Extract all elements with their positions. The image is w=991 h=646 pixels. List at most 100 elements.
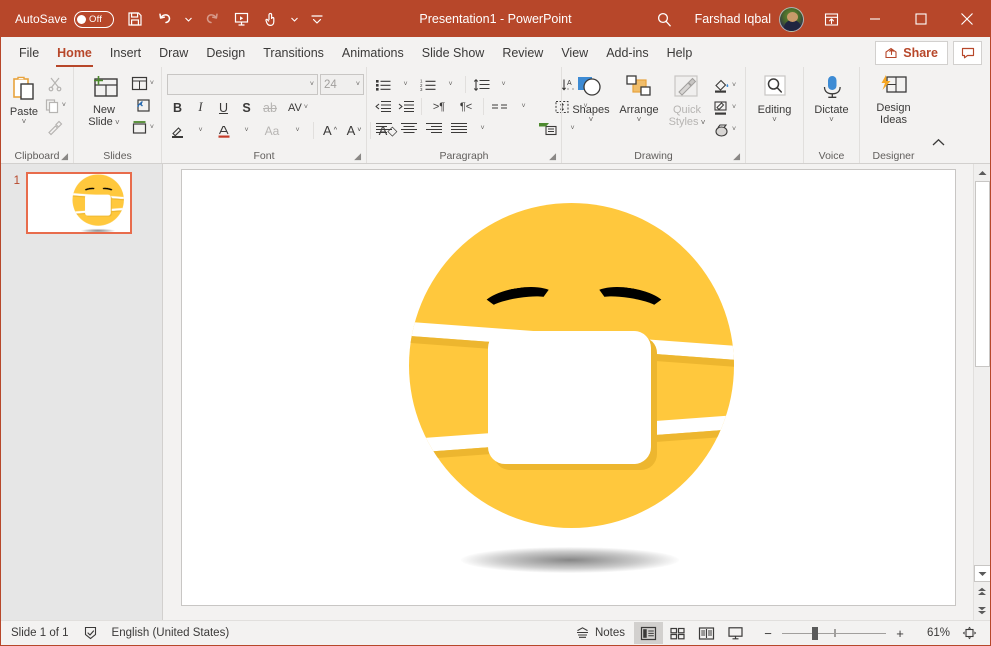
share-button[interactable]: Share	[875, 41, 948, 65]
bullets-dropdown-icon[interactable]: ˅	[395, 74, 416, 95]
shape-effects-icon[interactable]: ˅	[711, 119, 738, 140]
slide-canvas[interactable]	[181, 169, 956, 606]
scroll-down-icon[interactable]	[973, 565, 990, 582]
paste-dropdown-icon[interactable]: ˅	[22, 118, 27, 126]
font-size-input[interactable]: 24 ˅	[320, 74, 364, 95]
tab-slide-show[interactable]: Slide Show	[413, 39, 494, 67]
minimize-icon[interactable]	[852, 1, 898, 37]
line-spacing-dropdown-icon[interactable]: ˅	[493, 74, 514, 95]
arrange-button[interactable]: Arrange ˅	[615, 72, 663, 124]
strikethrough-button[interactable]: ab	[259, 97, 281, 118]
spellcheck-icon[interactable]	[83, 626, 98, 640]
align-left-icon[interactable]	[372, 118, 396, 139]
customize-qat-icon[interactable]	[302, 4, 332, 34]
text-shadow-button[interactable]: S	[236, 97, 257, 118]
convert-to-smartart-icon[interactable]	[535, 118, 561, 139]
bold-button[interactable]: B	[167, 97, 188, 118]
decrease-indent-icon[interactable]	[372, 96, 394, 117]
cut-icon[interactable]	[42, 73, 68, 94]
reading-view-icon[interactable]	[692, 622, 721, 644]
layout-button[interactable]: ˅	[129, 73, 156, 94]
shapes-dropdown-icon[interactable]: ˅	[589, 116, 594, 124]
shape-fill-icon[interactable]: ˅	[711, 75, 738, 96]
change-case-dropdown-icon[interactable]: ˅	[287, 120, 308, 141]
zoom-out-button[interactable]: −	[760, 626, 776, 641]
zoom-slider-handle[interactable]	[812, 627, 818, 640]
notes-button[interactable]: Notes	[566, 622, 634, 644]
font-color-icon[interactable]	[213, 120, 234, 141]
collapse-ribbon-icon[interactable]	[927, 67, 949, 163]
font-size-dropdown-icon[interactable]: ˅	[356, 81, 360, 88]
dialog-launcher-icon-paragraph[interactable]: ◢	[549, 151, 556, 162]
tab-design[interactable]: Design	[197, 39, 254, 67]
touch-mode-icon[interactable]	[256, 4, 286, 34]
zoom-level-label[interactable]: 61%	[914, 627, 950, 639]
quick-styles-dropdown-icon[interactable]: ˅	[699, 118, 706, 127]
dialog-launcher-icon[interactable]: ◢	[61, 151, 68, 162]
format-painter-icon[interactable]	[42, 117, 68, 138]
dialog-launcher-icon-font[interactable]: ◢	[354, 151, 361, 162]
quick-styles-button[interactable]: Quick Styles ˅	[663, 72, 711, 128]
shape-effects-dropdown-icon[interactable]: ˅	[732, 126, 736, 133]
line-spacing-icon[interactable]	[470, 74, 492, 95]
numbering-icon[interactable]: 123	[417, 74, 439, 95]
character-spacing-button[interactable]: AV ˅	[283, 97, 313, 118]
face-with-medical-mask-emoji[interactable]	[399, 200, 739, 575]
tab-add-ins[interactable]: Add-ins	[597, 39, 657, 67]
tab-file[interactable]: File	[10, 39, 48, 67]
language-label[interactable]: English (United States)	[112, 627, 230, 639]
decrease-font-size-button[interactable]: A ˅	[343, 120, 365, 141]
undo-dropdown-icon[interactable]	[180, 4, 196, 34]
shapes-button[interactable]: Shapes ˅	[567, 72, 615, 124]
tab-insert[interactable]: Insert	[101, 39, 150, 67]
justify-dropdown-icon[interactable]: ˅	[472, 118, 493, 139]
slide-count-label[interactable]: Slide 1 of 1	[11, 627, 69, 639]
increase-font-size-button[interactable]: A ^	[319, 120, 341, 141]
change-case-button[interactable]: Aa	[259, 120, 285, 141]
tab-help[interactable]: Help	[658, 39, 702, 67]
columns-dropdown-icon[interactable]: ˅	[513, 96, 534, 117]
tab-transitions[interactable]: Transitions	[254, 39, 333, 67]
layout-dropdown-icon[interactable]: ˅	[150, 80, 154, 87]
font-color-dropdown-icon[interactable]: ˅	[236, 120, 257, 141]
maximize-icon[interactable]	[898, 1, 944, 37]
zoom-slider[interactable]	[782, 626, 886, 640]
numbering-dropdown-icon[interactable]: ˅	[440, 74, 461, 95]
underline-button[interactable]: U	[213, 97, 234, 118]
paste-button[interactable]: Paste ˅	[6, 72, 42, 126]
right-to-left-icon[interactable]: ¶<	[453, 96, 479, 117]
comment-icon[interactable]	[953, 41, 982, 65]
design-ideas-button[interactable]: Design Ideas	[865, 72, 922, 126]
copy-dropdown-icon[interactable]: ˅	[62, 102, 66, 109]
italic-button[interactable]: I	[190, 97, 211, 118]
ribbon-display-options-icon[interactable]	[810, 1, 852, 37]
font-name-dropdown-icon[interactable]: ˅	[310, 81, 314, 88]
start-presentation-icon[interactable]	[226, 4, 256, 34]
slide-show-icon[interactable]	[721, 622, 750, 644]
section-dropdown-icon[interactable]: ˅	[150, 124, 154, 131]
shape-outline-dropdown-icon[interactable]: ˅	[732, 104, 736, 111]
shape-outline-icon[interactable]: ˅	[711, 97, 738, 118]
search-icon[interactable]	[645, 1, 685, 37]
dictate-dropdown-icon[interactable]: ˅	[829, 116, 834, 124]
editing-button[interactable]: Editing ˅	[751, 72, 798, 124]
scroll-up-icon[interactable]	[973, 164, 990, 181]
font-name-input[interactable]: ˅	[167, 74, 318, 95]
avatar[interactable]	[779, 6, 804, 32]
autosave-toggle[interactable]: AutoSave Off	[9, 6, 120, 32]
tab-view[interactable]: View	[552, 39, 597, 67]
text-highlight-dropdown-icon[interactable]: ˅	[190, 120, 211, 141]
reset-button[interactable]	[129, 95, 156, 116]
bullets-icon[interactable]	[372, 74, 394, 95]
redo-icon[interactable]	[196, 4, 226, 34]
undo-icon[interactable]	[150, 4, 180, 34]
scrollbar-track[interactable]	[973, 181, 990, 565]
new-slide-button[interactable]: New Slide ˅	[79, 72, 129, 128]
touch-mode-dropdown-icon[interactable]	[286, 4, 302, 34]
text-highlight-icon[interactable]	[167, 120, 188, 141]
align-center-icon[interactable]	[397, 118, 421, 139]
columns-icon[interactable]	[488, 96, 512, 117]
dictate-button[interactable]: Dictate ˅	[809, 72, 854, 124]
previous-slide-icon[interactable]	[974, 582, 991, 601]
tab-animations[interactable]: Animations	[333, 39, 413, 67]
